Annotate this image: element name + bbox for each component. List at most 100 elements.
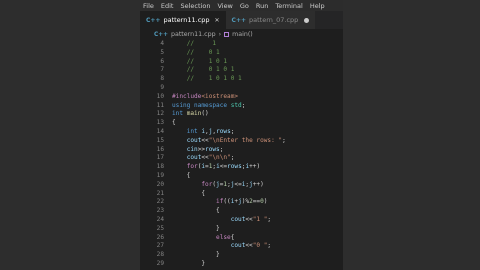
code-line[interactable]: 17 cout<<"\n\n"; xyxy=(140,154,343,163)
breadcrumb-file[interactable]: pattern11.cpp xyxy=(171,31,216,38)
line-number: 24 xyxy=(156,215,164,223)
code-line[interactable]: 9 xyxy=(140,84,343,93)
letterbox-left xyxy=(0,0,140,270)
code-token: ++) xyxy=(249,163,261,171)
code-line[interactable]: 16 cin>>rows; xyxy=(140,146,343,155)
line-number: 29 xyxy=(156,259,164,267)
breadcrumb-symbol[interactable]: main() xyxy=(232,31,253,38)
code-token: { xyxy=(172,171,191,179)
line-number: 28 xyxy=(156,251,164,259)
cpp-file-icon: C++ xyxy=(146,16,161,24)
code-text: for(j=1;j<=i;j++) xyxy=(172,181,263,190)
tab-label: pattern11.cpp xyxy=(163,16,210,24)
code-token: "\n\n" xyxy=(208,154,231,162)
code-text: // 1 0 1 0 1 xyxy=(172,75,242,84)
code-line[interactable]: 8 // 1 0 1 0 1 xyxy=(140,75,343,84)
menu-go[interactable]: Go xyxy=(240,2,249,10)
code-text: #include<iostream> xyxy=(172,93,238,102)
line-number: 12 xyxy=(156,110,164,118)
tab-pattern11[interactable]: C++ pattern11.cpp ✕ xyxy=(140,11,226,29)
code-token: >> xyxy=(197,145,206,153)
menu-selection[interactable]: Selection xyxy=(180,2,210,10)
code-line[interactable]: 26 else{ xyxy=(140,234,343,243)
code-line[interactable]: 10 #include<iostream> xyxy=(140,93,343,102)
line-number: 18 xyxy=(156,163,164,171)
code-token: { xyxy=(230,233,235,241)
code-token: << xyxy=(201,136,209,144)
code-line[interactable]: 22 if((i+j)%2==0) xyxy=(140,198,343,207)
menu-run[interactable]: Run xyxy=(256,2,268,10)
code-token: int xyxy=(172,110,184,118)
code-token: cin xyxy=(186,145,198,153)
code-text: using namespace std; xyxy=(172,102,245,111)
line-number: 25 xyxy=(156,224,164,232)
menu-file[interactable]: File xyxy=(143,2,154,10)
close-icon[interactable]: ✕ xyxy=(215,17,220,24)
code-text: cin>>rows; xyxy=(172,145,224,155)
code-text: // 1 xyxy=(172,40,216,49)
code-text: // 1 0 1 xyxy=(172,58,227,67)
menu-edit[interactable]: Edit xyxy=(161,2,174,10)
code-line[interactable]: 20 for(j=1;j<=i;j++) xyxy=(140,181,343,190)
code-token: namespace xyxy=(194,101,228,109)
code-line[interactable]: 5 // 0 1 xyxy=(140,49,343,58)
code-line[interactable]: 13 { xyxy=(140,119,343,128)
code-line[interactable]: 4 // 1 xyxy=(140,40,343,49)
code-line[interactable]: 11 using namespace std; xyxy=(140,102,343,111)
tab-bar: C++ pattern11.cpp ✕ C++ pattern_07.cpp xyxy=(140,11,343,29)
code-line[interactable]: 24 cout<<"1 "; xyxy=(140,216,343,225)
code-token: { xyxy=(172,119,176,127)
code-token: { xyxy=(172,207,220,215)
line-number: 15 xyxy=(156,136,164,144)
line-number: 5 xyxy=(160,48,164,56)
code-line[interactable]: 18 for(i=1;i<=rows;i++) xyxy=(140,163,343,172)
code-token: // 0 1 xyxy=(186,48,220,56)
menu-bar: File Edit Selection View Go Run Terminal… xyxy=(140,0,343,11)
code-line[interactable]: 25 } xyxy=(140,225,343,234)
unsaved-dot-icon[interactable] xyxy=(304,17,310,23)
menu-terminal[interactable]: Terminal xyxy=(275,2,302,10)
code-line[interactable]: 23 { xyxy=(140,207,343,216)
code-token: cout xyxy=(230,215,246,223)
code-editor-window: File Edit Selection View Go Run Terminal… xyxy=(140,0,343,270)
code-token: ; xyxy=(230,127,235,135)
code-line[interactable]: 14 int i,j,rows; xyxy=(140,128,343,137)
code-text: // 0 1 0 1 xyxy=(172,66,235,75)
code-line[interactable]: 28 } xyxy=(140,251,343,260)
tab-pattern07[interactable]: C++ pattern_07.cpp xyxy=(225,11,316,29)
code-token: ; xyxy=(282,136,286,144)
code-line[interactable]: 6 // 1 0 1 xyxy=(140,58,343,67)
code-line[interactable]: 21 { xyxy=(140,190,343,199)
menu-view[interactable]: View xyxy=(217,2,232,10)
code-token: // 1 0 1 xyxy=(186,57,228,65)
code-area[interactable]: 4 // 15 // 0 16 // 1 0 17 // 0 1 0 18 //… xyxy=(140,40,343,269)
code-line[interactable]: 19 { xyxy=(140,172,343,181)
code-text: else{ xyxy=(172,234,234,243)
menu-help[interactable]: Help xyxy=(310,2,325,10)
code-line[interactable]: 7 // 0 1 0 1 xyxy=(140,66,343,75)
code-text: } xyxy=(172,260,205,269)
code-token: main xyxy=(186,110,202,118)
line-number: 23 xyxy=(156,207,164,215)
code-token: == xyxy=(252,198,261,206)
code-line[interactable]: 27 cout<<"0 "; xyxy=(140,242,343,251)
line-number: 13 xyxy=(156,119,164,127)
code-text: { xyxy=(172,207,220,216)
code-text: { xyxy=(172,190,205,199)
line-number: 16 xyxy=(156,145,164,153)
code-line[interactable]: 29 } xyxy=(140,260,343,269)
code-token: () xyxy=(201,110,209,118)
code-text: int i,j,rows; xyxy=(172,127,235,137)
line-number: 21 xyxy=(156,189,164,197)
chevron-right-icon: › xyxy=(218,31,222,38)
code-token: cout xyxy=(186,154,202,162)
code-line[interactable]: 15 cout<<"\nEnter the rows: "; xyxy=(140,137,343,146)
code-line[interactable]: 12 int main() xyxy=(140,110,343,119)
